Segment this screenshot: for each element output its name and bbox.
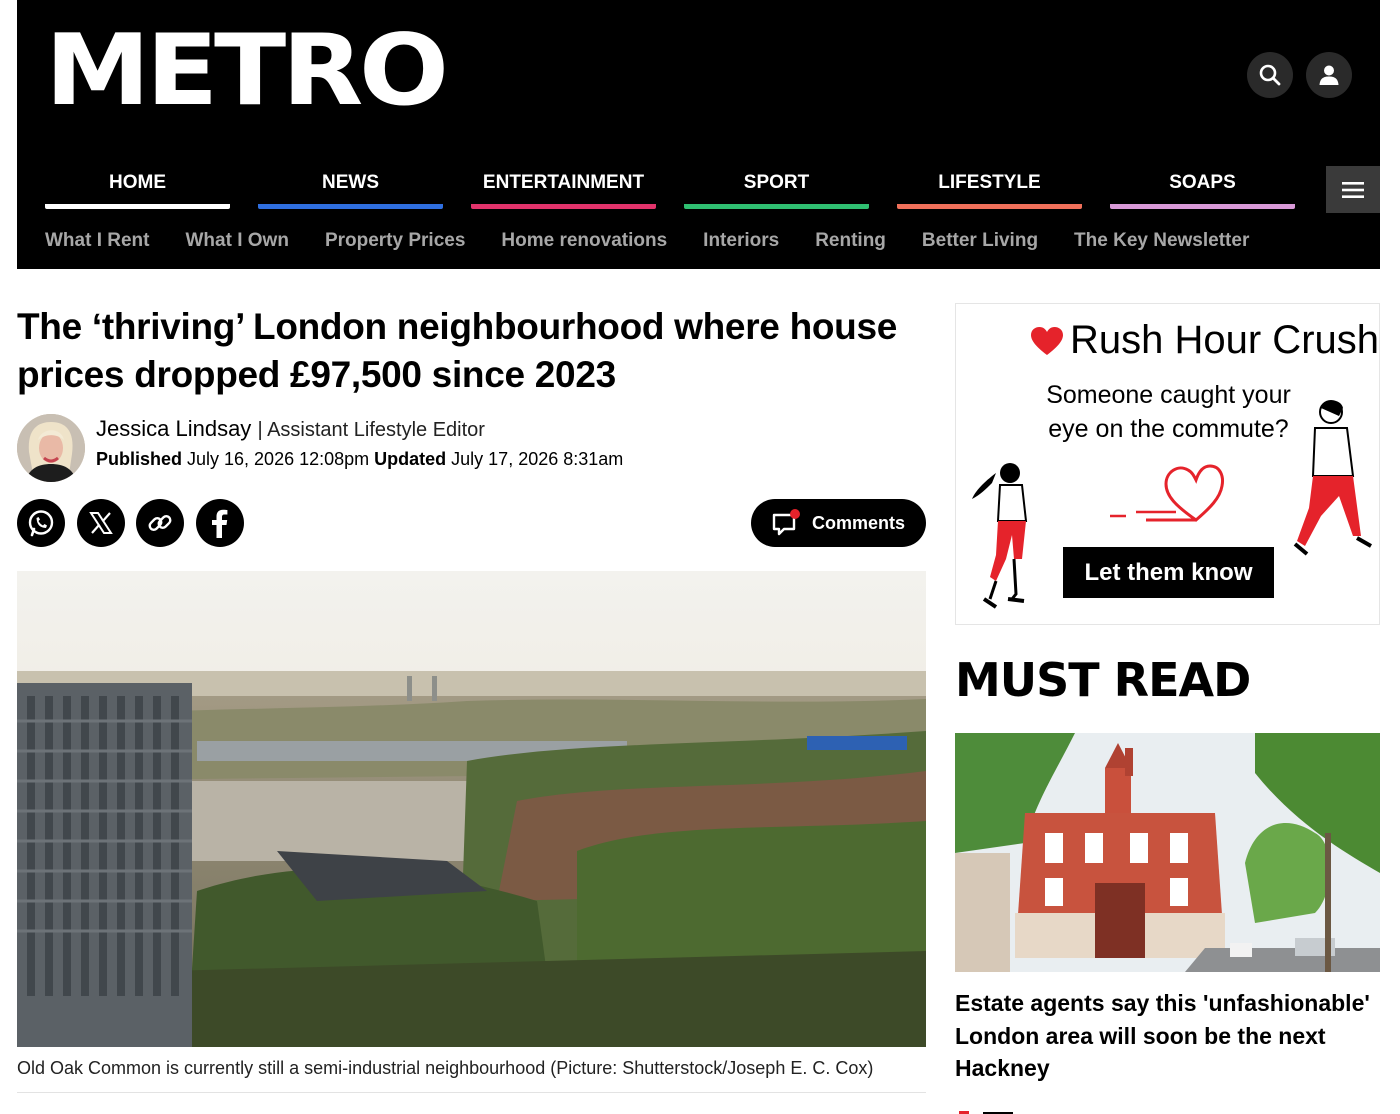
subnav-renting[interactable]: Renting <box>815 230 886 252</box>
comments-label: Comments <box>811 512 905 533</box>
user-icon <box>1319 65 1339 85</box>
nav-sport[interactable]: SPORT <box>684 172 869 209</box>
nav-news[interactable]: NEWS <box>258 172 443 209</box>
share-facebook-button[interactable] <box>196 499 244 547</box>
author-line: Jessica Lindsay | Assistant Lifestyle Ed… <box>96 416 485 442</box>
search-icon <box>1259 64 1281 86</box>
published-date: July 16, 2026 12:08pm <box>182 449 375 469</box>
account-button[interactable] <box>1306 52 1352 98</box>
ad-title: Rush Hour Crush <box>1030 318 1379 363</box>
x-icon <box>89 512 113 534</box>
article-dates: Published July 16, 2026 12:08pm Updated … <box>96 449 623 470</box>
nav-soaps[interactable]: SOAPS <box>1110 172 1295 209</box>
must-read-heading: MUST READ <box>955 653 1251 707</box>
hero-image <box>17 571 926 1047</box>
nav-home[interactable]: HOME <box>45 172 230 209</box>
metro-logo[interactable]: METRO <box>45 22 449 120</box>
author-role: | Assistant Lifestyle Editor <box>257 419 485 441</box>
nav-entertainment[interactable]: ENTERTAINMENT <box>471 172 656 209</box>
ad-cta-button[interactable]: Let them know <box>1063 547 1274 598</box>
must-read-story-title[interactable]: Estate agents say this 'unfashionable' L… <box>955 987 1380 1085</box>
link-icon <box>148 515 172 531</box>
share-whatsapp-button[interactable] <box>17 499 65 547</box>
author-avatar[interactable] <box>17 414 85 482</box>
published-label: Published <box>96 449 183 469</box>
subnav-property-prices[interactable]: Property Prices <box>325 230 465 252</box>
comment-bubble-icon <box>772 509 800 536</box>
site-header: METRO HOME NEWS ENTERTAINMENT SPORT LIFE… <box>17 0 1380 269</box>
author-name[interactable]: Jessica Lindsay <box>96 416 251 441</box>
image-caption: Old Oak Common is currently still a semi… <box>17 1058 874 1078</box>
heart-icon <box>1031 326 1063 355</box>
comments-button[interactable]: Comments <box>751 499 926 547</box>
heart-outline-icon <box>1110 464 1224 522</box>
copy-link-button[interactable] <box>136 499 184 547</box>
subnav-what-i-rent[interactable]: What I Rent <box>45 230 150 252</box>
nav-lifestyle[interactable]: LIFESTYLE <box>897 172 1082 209</box>
next-story-teaser <box>955 1104 1380 1114</box>
man-illustration-icon <box>1293 400 1372 556</box>
subnav-key-newsletter[interactable]: The Key Newsletter <box>1074 230 1249 252</box>
facebook-icon <box>212 509 228 538</box>
subnav-what-i-own[interactable]: What I Own <box>186 230 289 252</box>
subnav-interiors[interactable]: Interiors <box>703 230 779 252</box>
whatsapp-icon <box>28 510 54 537</box>
caption-divider <box>17 1092 926 1093</box>
updated-date: July 17, 2026 8:31am <box>446 449 624 469</box>
menu-button[interactable] <box>1326 166 1380 213</box>
woman-illustration-icon <box>972 463 1028 609</box>
article-headline: The ‘thriving’ London neighbourhood wher… <box>17 306 898 395</box>
must-read-image[interactable] <box>955 733 1380 972</box>
main-nav: HOME NEWS ENTERTAINMENT SPORT LIFESTYLE … <box>45 172 1323 209</box>
share-x-button[interactable] <box>77 499 125 547</box>
rush-hour-crush-ad[interactable]: Rush Hour Crush Someone caught your eye … <box>955 303 1380 625</box>
ad-text: Someone caught your eye on the commute? <box>1046 381 1291 443</box>
subnav-home-renovations[interactable]: Home renovations <box>501 230 667 252</box>
subnav-better-living[interactable]: Better Living <box>922 230 1038 252</box>
search-button[interactable] <box>1247 52 1293 98</box>
hamburger-icon <box>1342 181 1364 198</box>
updated-label: Updated <box>374 449 447 469</box>
ad-title-text: Rush Hour Crush <box>1070 318 1380 362</box>
sub-nav: What I Rent What I Own Property Prices H… <box>45 230 1249 252</box>
